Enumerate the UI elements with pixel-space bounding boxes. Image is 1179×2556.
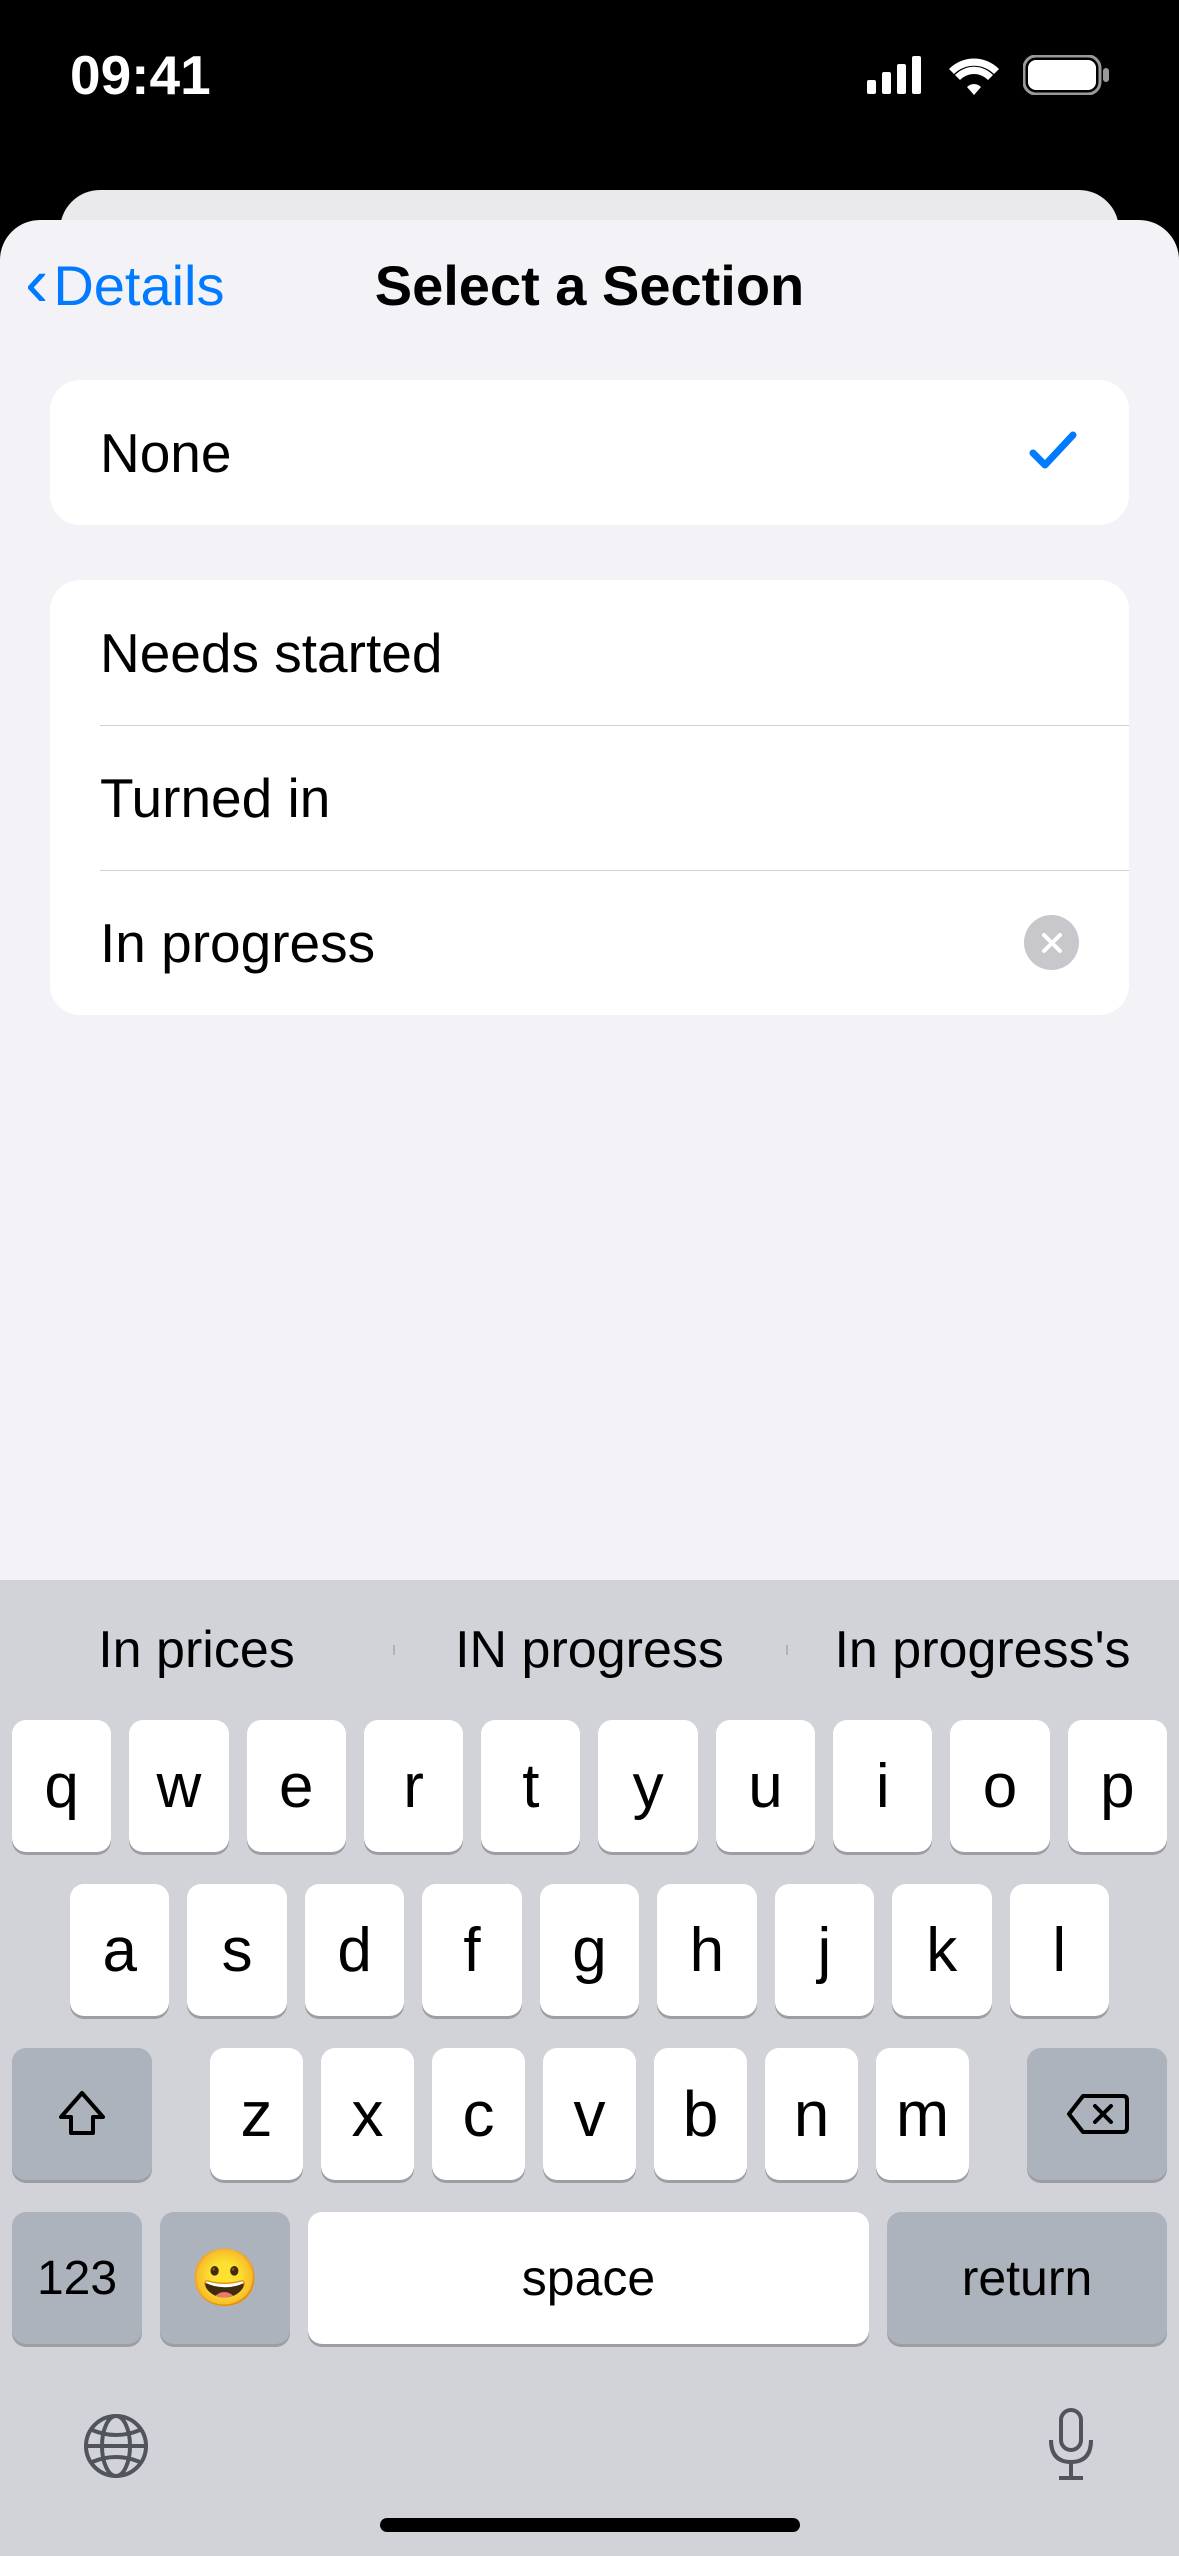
- key-x[interactable]: x: [321, 2048, 414, 2180]
- key-a[interactable]: a: [70, 1884, 169, 2016]
- key-z[interactable]: z: [210, 2048, 303, 2180]
- navigation-bar: ‹ Details Select a Section: [0, 220, 1179, 350]
- status-bar: 09:41: [0, 0, 1179, 150]
- keyboard-bottom-bar: [0, 2376, 1179, 2523]
- section-name-input[interactable]: [100, 911, 1004, 975]
- section-row[interactable]: Needs started: [50, 580, 1129, 725]
- key-d[interactable]: d: [305, 1884, 404, 2016]
- mic-icon: [1043, 2406, 1099, 2486]
- checkmark-icon: [1027, 413, 1079, 493]
- home-indicator[interactable]: [380, 2518, 800, 2532]
- section-label: Turned in: [100, 766, 330, 830]
- space-key[interactable]: space: [308, 2212, 869, 2344]
- wifi-icon: [947, 55, 1001, 95]
- key-f[interactable]: f: [422, 1884, 521, 2016]
- clear-input-button[interactable]: [1024, 915, 1079, 970]
- keyboard-row: z x c v b n m: [0, 2048, 1179, 2180]
- backspace-icon: [1065, 2090, 1129, 2138]
- key-u[interactable]: u: [716, 1720, 815, 1852]
- dictation-key[interactable]: [1043, 2406, 1099, 2503]
- section-row-none[interactable]: None: [50, 380, 1129, 525]
- back-label: Details: [53, 253, 224, 318]
- cellular-icon: [867, 56, 925, 94]
- return-key[interactable]: return: [887, 2212, 1167, 2344]
- key-g[interactable]: g: [540, 1884, 639, 2016]
- key-s[interactable]: s: [187, 1884, 286, 2016]
- key-m[interactable]: m: [876, 2048, 969, 2180]
- key-p[interactable]: p: [1068, 1720, 1167, 1852]
- section-row[interactable]: Turned in: [50, 725, 1129, 870]
- globe-icon: [80, 2410, 152, 2482]
- battery-icon: [1023, 55, 1109, 95]
- key-j[interactable]: j: [775, 1884, 874, 2016]
- section-group-items: Needs started Turned in: [50, 580, 1129, 1015]
- key-n[interactable]: n: [765, 2048, 858, 2180]
- key-l[interactable]: l: [1010, 1884, 1109, 2016]
- backspace-key[interactable]: [1027, 2048, 1167, 2180]
- globe-key[interactable]: [80, 2410, 152, 2499]
- key-e[interactable]: e: [247, 1720, 346, 1852]
- keyboard: In prices IN progress In progress's q w …: [0, 1580, 1179, 2556]
- section-row-editing[interactable]: [50, 870, 1129, 1015]
- x-icon: [1040, 931, 1064, 955]
- key-i[interactable]: i: [833, 1720, 932, 1852]
- key-r[interactable]: r: [364, 1720, 463, 1852]
- modal-sheet: ‹ Details Select a Section None Needs st…: [0, 220, 1179, 2556]
- shift-key[interactable]: [12, 2048, 152, 2180]
- key-v[interactable]: v: [543, 2048, 636, 2180]
- suggestion[interactable]: In progress's: [786, 1620, 1179, 1680]
- key-t[interactable]: t: [481, 1720, 580, 1852]
- section-label: Needs started: [100, 621, 442, 685]
- keyboard-row: 123 😀 space return: [0, 2212, 1179, 2344]
- key-w[interactable]: w: [129, 1720, 228, 1852]
- status-right: [867, 55, 1109, 95]
- emoji-icon: 😀: [190, 2245, 260, 2311]
- key-y[interactable]: y: [598, 1720, 697, 1852]
- keyboard-row: q w e r t y u i o p: [0, 1720, 1179, 1852]
- key-h[interactable]: h: [657, 1884, 756, 2016]
- key-b[interactable]: b: [654, 2048, 747, 2180]
- key-c[interactable]: c: [432, 2048, 525, 2180]
- key-o[interactable]: o: [950, 1720, 1049, 1852]
- suggestion[interactable]: In prices: [0, 1620, 393, 1680]
- keyboard-row: a s d f g h j k l: [0, 1884, 1179, 2016]
- suggestion-bar: In prices IN progress In progress's: [0, 1580, 1179, 1720]
- shift-icon: [55, 2087, 109, 2141]
- chevron-left-icon: ‹: [25, 247, 48, 317]
- back-button[interactable]: ‹ Details: [0, 253, 224, 318]
- suggestion[interactable]: IN progress: [393, 1620, 786, 1680]
- section-label: None: [100, 421, 231, 485]
- key-q[interactable]: q: [12, 1720, 111, 1852]
- emoji-key[interactable]: 😀: [160, 2212, 290, 2344]
- content-area: None Needs started Turned in: [0, 350, 1179, 1015]
- numeric-key[interactable]: 123: [12, 2212, 142, 2344]
- section-group-none: None: [50, 380, 1129, 525]
- key-k[interactable]: k: [892, 1884, 991, 2016]
- status-time: 09:41: [70, 43, 211, 107]
